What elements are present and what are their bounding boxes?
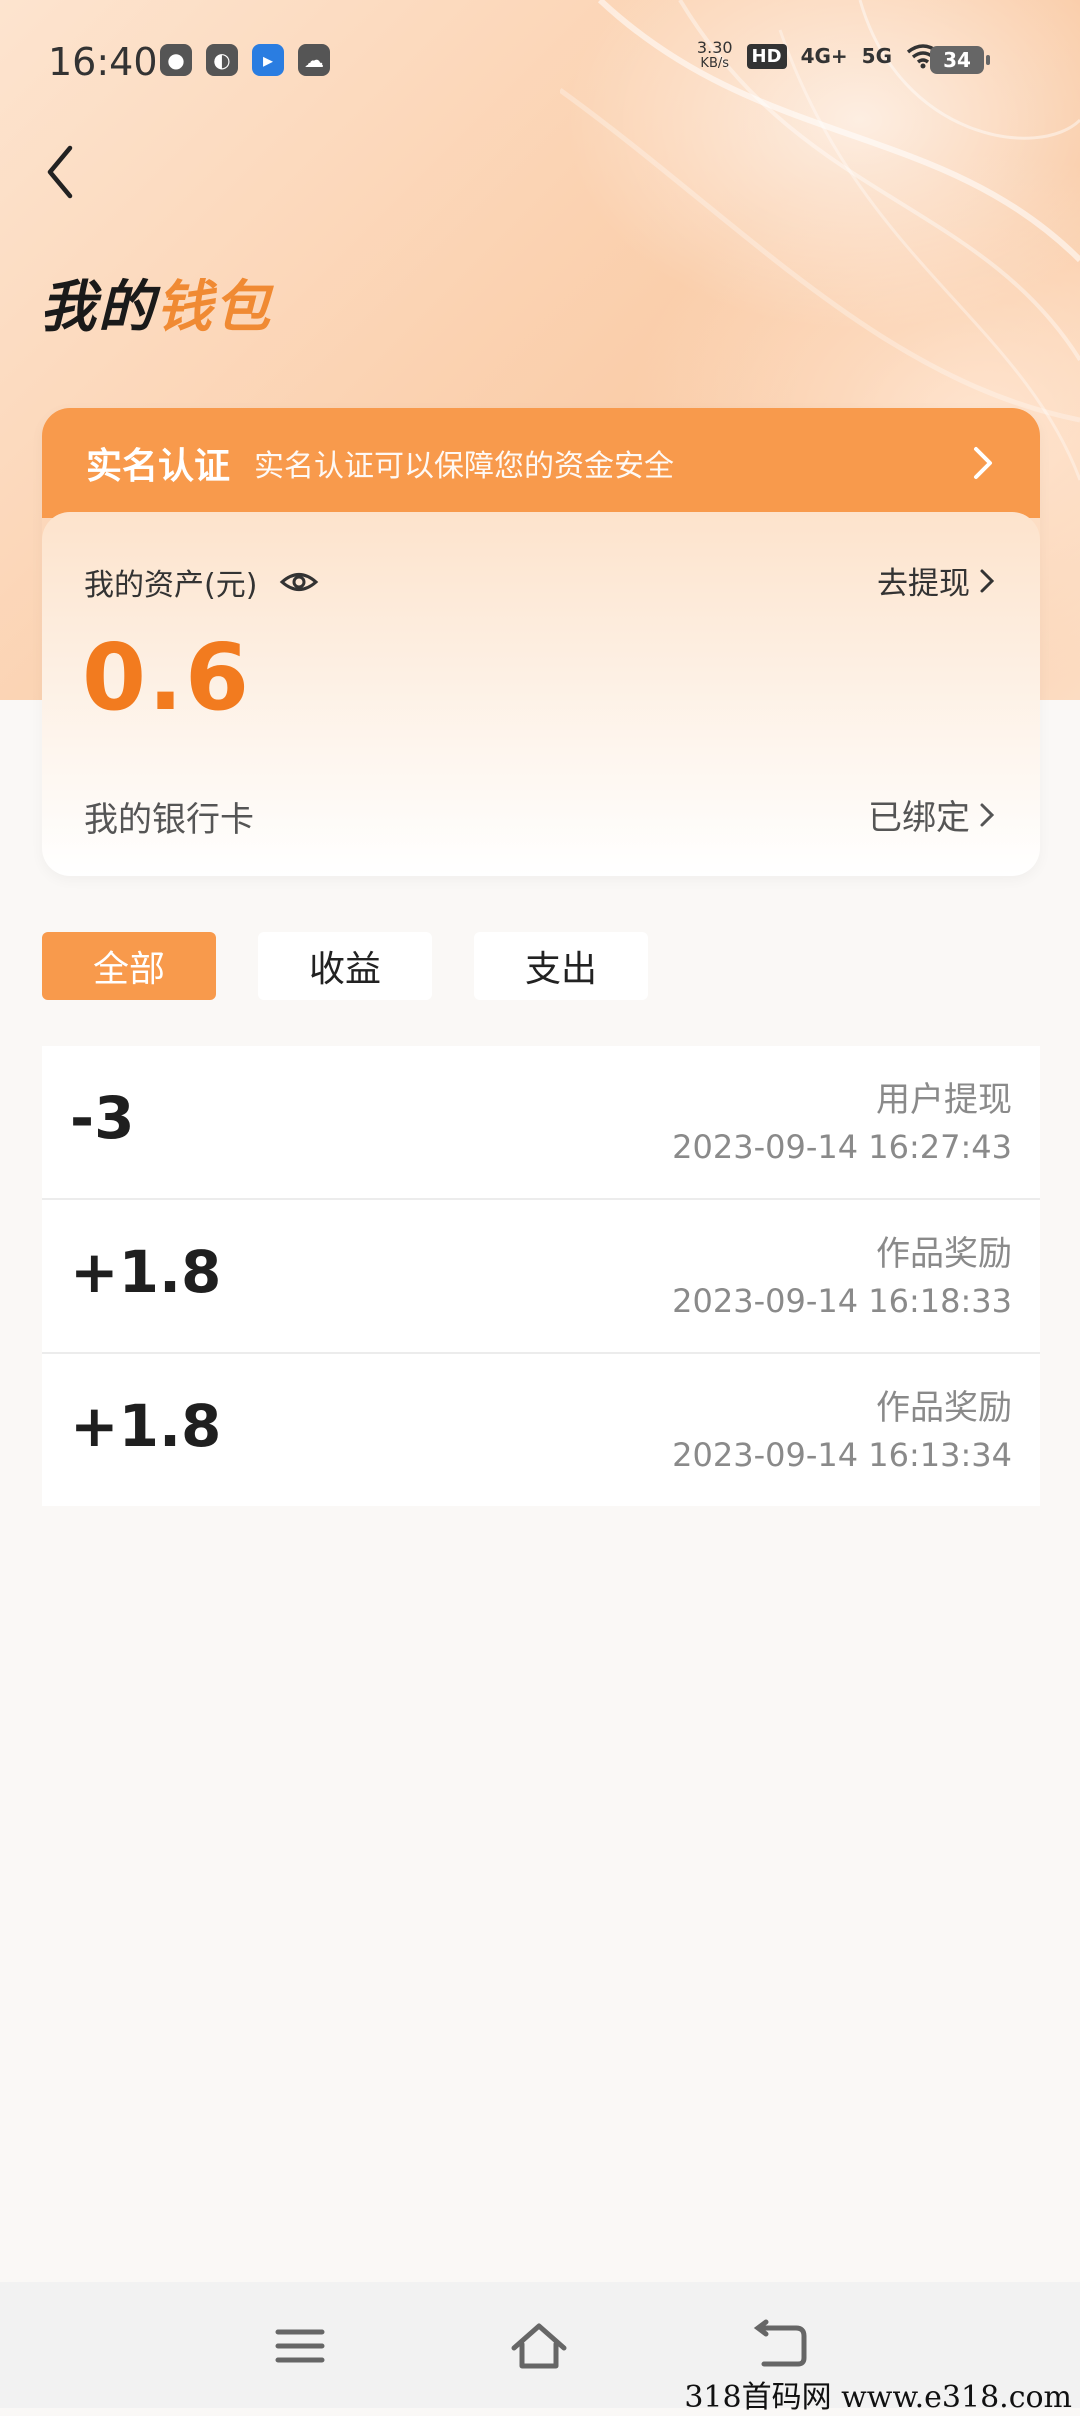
filter-tabs: 全部 收益 支出: [42, 932, 648, 1000]
back-nav-button[interactable]: [752, 2318, 812, 2374]
bank-card-status-link[interactable]: 已绑定: [868, 790, 996, 839]
transaction-amount: +1.8: [70, 1238, 222, 1306]
menu-button[interactable]: [270, 2318, 330, 2374]
chevron-right-icon: [980, 569, 995, 592]
hd-icon: HD: [746, 43, 787, 69]
tab-income[interactable]: 收益: [258, 932, 432, 1000]
net-speed: 3.30 KB/s: [696, 38, 733, 72]
asset-amount: 0.6: [82, 624, 251, 731]
eye-icon[interactable]: [279, 567, 319, 597]
home-button[interactable]: [508, 2318, 568, 2374]
transaction-row[interactable]: +1.8 作品奖励 2023-09-14 16:13:34: [42, 1354, 1040, 1506]
chevron-right-icon: [974, 447, 992, 479]
chevron-right-icon: [980, 803, 995, 826]
transaction-time: 2023-09-14 16:13:34: [672, 1436, 1012, 1474]
status-time: 16:40: [48, 40, 158, 84]
asset-label: 我的资产(元): [84, 568, 258, 603]
transaction-row[interactable]: +1.8 作品奖励 2023-09-14 16:18:33: [42, 1200, 1040, 1354]
chevron-left-icon: [47, 145, 73, 199]
battery-icon: 34: [930, 46, 990, 74]
app-icon: ◐: [206, 44, 238, 76]
transaction-amount: -3: [70, 1084, 135, 1152]
transaction-row[interactable]: -3 用户提现 2023-09-14 16:27:43: [42, 1046, 1040, 1200]
wallet-card: 实名认证 实名认证可以保障您的资金安全 我的资产(元) 去提现 0.6 我的银行…: [42, 408, 1040, 876]
menu-icon: [275, 2329, 325, 2363]
transaction-type: 作品奖励: [876, 1388, 1012, 1428]
transaction-time: 2023-09-14 16:27:43: [672, 1128, 1012, 1166]
app-icon: ▸: [252, 44, 284, 76]
transaction-amount: +1.8: [70, 1392, 222, 1460]
tab-all[interactable]: 全部: [42, 932, 216, 1000]
transaction-type: 用户提现: [876, 1080, 1012, 1120]
asset-panel: 我的资产(元) 去提现 0.6 我的银行卡 已绑定: [42, 512, 1040, 876]
notification-icons: ● ◐ ▸ ☁: [160, 44, 330, 76]
signal-5g-icon: 5G: [861, 44, 892, 68]
signal-4g-icon: 4G+: [800, 44, 848, 68]
cloud-icon: ☁: [298, 44, 330, 76]
status-indicators: 3.30 KB/s HD 4G+ 5G: [697, 40, 940, 72]
watermark: 318首码网 www.e318.com: [684, 2380, 1072, 2415]
return-icon: [753, 2319, 807, 2367]
page-title: 我的钱包: [40, 275, 272, 340]
home-icon: [511, 2323, 567, 2369]
transaction-time: 2023-09-14 16:18:33: [672, 1282, 1012, 1320]
tab-expense[interactable]: 支出: [474, 932, 648, 1000]
wechat-icon: ●: [160, 44, 192, 76]
verify-title: 实名认证: [86, 446, 231, 487]
transaction-type: 作品奖励: [876, 1234, 1012, 1274]
transaction-list: -3 用户提现 2023-09-14 16:27:43 +1.8 作品奖励 20…: [42, 1046, 1040, 1506]
verify-description: 实名认证可以保障您的资金安全: [254, 449, 675, 484]
status-bar: 16:40 ● ◐ ▸ ☁ 3.30 KB/s HD 4G+ 5G 34: [0, 0, 1080, 128]
bank-card-label: 我的银行卡: [84, 800, 254, 840]
withdraw-link[interactable]: 去提现: [877, 558, 996, 603]
asset-label-group: 我的资产(元): [84, 560, 319, 604]
back-button[interactable]: [40, 140, 100, 210]
real-name-verify-banner[interactable]: 实名认证 实名认证可以保障您的资金安全: [42, 408, 1040, 518]
